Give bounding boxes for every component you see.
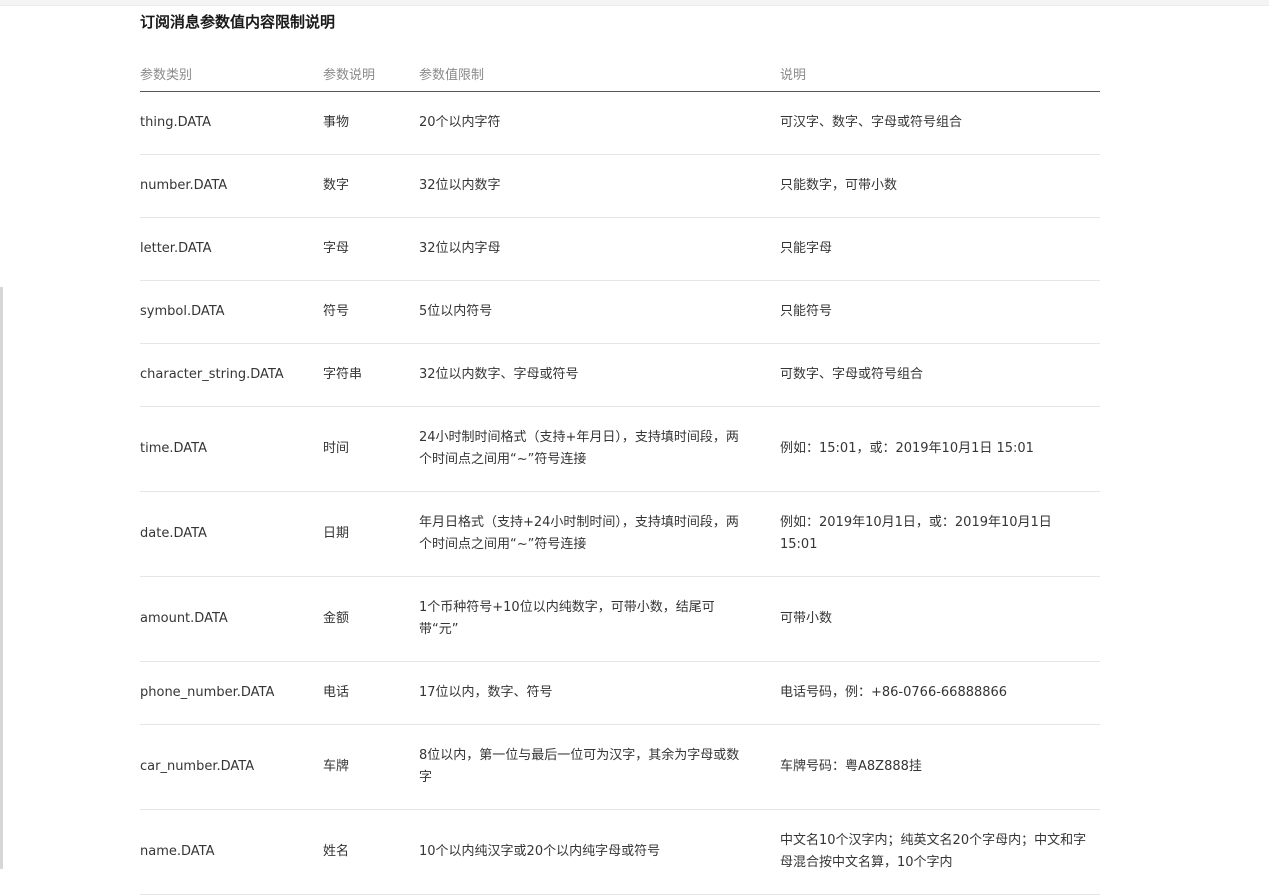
table-row: thing.DATA 事物 20个以内字符 可汉字、数字、字母或符号组合 <box>140 91 1100 155</box>
cell-param-desc: 电话 <box>323 661 419 725</box>
cell-note: 只能数字，可带小数 <box>780 154 1100 218</box>
table-row: symbol.DATA 符号 5位以内符号 只能符号 <box>140 280 1100 344</box>
header-param-limit: 参数值限制 <box>419 55 780 92</box>
cell-param-limit: 32位以内字母 <box>419 217 780 281</box>
cell-param-type: date.DATA <box>140 491 323 577</box>
top-strip <box>0 0 1269 6</box>
cell-param-type: name.DATA <box>140 809 323 895</box>
cell-param-limit: 10个以内纯汉字或20个以内纯字母或符号 <box>419 809 780 895</box>
table-row: name.DATA 姓名 10个以内纯汉字或20个以内纯字母或符号 中文名10个… <box>140 809 1100 895</box>
cell-note: 只能字母 <box>780 217 1100 281</box>
header-note: 说明 <box>780 55 1100 92</box>
cell-param-limit: 17位以内，数字、符号 <box>419 661 780 725</box>
cell-param-desc: 数字 <box>323 154 419 218</box>
cell-param-desc: 字母 <box>323 217 419 281</box>
cell-param-desc: 符号 <box>323 280 419 344</box>
cell-param-limit: 24小时制时间格式（支持+年月日），支持填时间段，两个时间点之间用“~”符号连接 <box>419 406 780 492</box>
cell-note: 可汉字、数字、字母或符号组合 <box>780 91 1100 155</box>
cell-param-desc: 时间 <box>323 406 419 492</box>
cell-param-type: character_string.DATA <box>140 343 323 407</box>
table-header-row: 参数类别 参数说明 参数值限制 说明 <box>140 55 1100 92</box>
cell-param-type: car_number.DATA <box>140 724 323 810</box>
table-row: phone_number.DATA 电话 17位以内，数字、符号 电话号码，例：… <box>140 661 1100 725</box>
table-row: letter.DATA 字母 32位以内字母 只能字母 <box>140 217 1100 281</box>
cell-param-type: symbol.DATA <box>140 280 323 344</box>
cell-note: 可数字、字母或符号组合 <box>780 343 1100 407</box>
cell-note: 车牌号码：粤A8Z888挂 <box>780 724 1100 810</box>
cell-param-type: phone_number.DATA <box>140 661 323 725</box>
table-row: number.DATA 数字 32位以内数字 只能数字，可带小数 <box>140 154 1100 218</box>
cell-note: 中文名10个汉字内；纯英文名20个字母内；中文和字母混合按中文名算，10个字内 <box>780 809 1100 895</box>
cell-param-desc: 字符串 <box>323 343 419 407</box>
cell-param-desc: 姓名 <box>323 809 419 895</box>
cell-param-limit: 32位以内数字、字母或符号 <box>419 343 780 407</box>
cell-note: 电话号码，例：+86-0766-66888866 <box>780 661 1100 725</box>
cell-param-type: thing.DATA <box>140 91 323 155</box>
header-param-type: 参数类别 <box>140 55 323 92</box>
cell-param-type: letter.DATA <box>140 217 323 281</box>
cell-param-limit: 年月日格式（支持+24小时制时间），支持填时间段，两个时间点之间用“~”符号连接 <box>419 491 780 577</box>
cell-param-limit: 32位以内数字 <box>419 154 780 218</box>
header-param-desc: 参数说明 <box>323 55 419 92</box>
cell-param-desc: 日期 <box>323 491 419 577</box>
table-row: character_string.DATA 字符串 32位以内数字、字母或符号 … <box>140 343 1100 407</box>
cell-note: 例如：2019年10月1日，或：2019年10月1日 15:01 <box>780 491 1100 577</box>
cell-param-type: amount.DATA <box>140 576 323 662</box>
cell-param-desc: 车牌 <box>323 724 419 810</box>
cell-param-limit: 1个币种符号+10位以内纯数字，可带小数，结尾可带“元” <box>419 576 780 662</box>
table-row: time.DATA 时间 24小时制时间格式（支持+年月日），支持填时间段，两个… <box>140 406 1100 492</box>
table-row: amount.DATA 金额 1个币种符号+10位以内纯数字，可带小数，结尾可带… <box>140 576 1100 662</box>
cell-note: 例如：15:01，或：2019年10月1日 15:01 <box>780 406 1100 492</box>
left-scroll-rule <box>0 287 3 869</box>
cell-param-desc: 金额 <box>323 576 419 662</box>
cell-note: 只能符号 <box>780 280 1100 344</box>
cell-param-limit: 8位以内，第一位与最后一位可为汉字，其余为字母或数字 <box>419 724 780 810</box>
cell-param-limit: 20个以内字符 <box>419 91 780 155</box>
table-row: car_number.DATA 车牌 8位以内，第一位与最后一位可为汉字，其余为… <box>140 724 1100 810</box>
cell-param-desc: 事物 <box>323 91 419 155</box>
section-title: 订阅消息参数值内容限制说明 <box>140 13 336 31</box>
cell-param-limit: 5位以内符号 <box>419 280 780 344</box>
param-limit-table: 参数类别 参数说明 参数值限制 说明 thing.DATA 事物 20个以内字符… <box>140 55 1100 895</box>
table-row: date.DATA 日期 年月日格式（支持+24小时制时间），支持填时间段，两个… <box>140 491 1100 577</box>
cell-param-type: time.DATA <box>140 406 323 492</box>
cell-note: 可带小数 <box>780 576 1100 662</box>
cell-param-type: number.DATA <box>140 154 323 218</box>
